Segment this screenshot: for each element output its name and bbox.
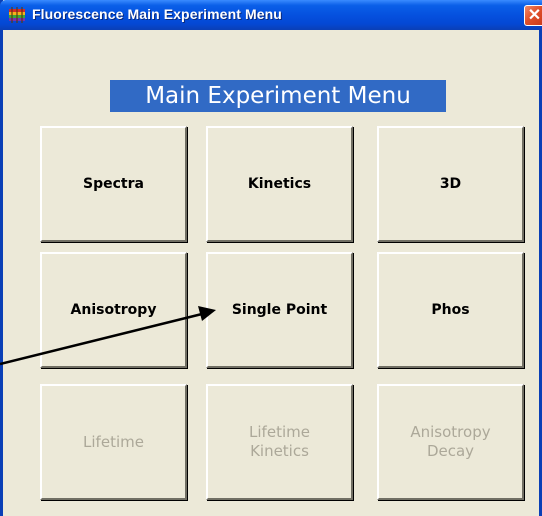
single-point-button[interactable]: Single Point (206, 252, 353, 368)
menu-heading: Main Experiment Menu (110, 80, 446, 112)
lifetime-kinetics-label: Lifetime Kinetics (249, 423, 310, 460)
anisotropy-decay-button: Anisotropy Decay (377, 384, 524, 500)
spectra-label: Spectra (83, 175, 144, 192)
close-icon: ✕ (527, 7, 542, 24)
single-point-label: Single Point (231, 301, 328, 318)
client-area: Main Experiment Menu Spectra Kinetics 3D… (3, 30, 539, 516)
phos-label: Phos (431, 301, 470, 318)
anisotropy-button[interactable]: Anisotropy (40, 252, 187, 368)
3d-label: 3D (439, 175, 462, 192)
lifetime-kinetics-button: Lifetime Kinetics (206, 384, 353, 500)
spectrum-bars-icon (9, 7, 25, 23)
anisotropy-label: Anisotropy (70, 301, 157, 318)
close-button[interactable]: ✕ (524, 5, 542, 26)
window-title: Fluorescence Main Experiment Menu (32, 6, 282, 22)
phos-button[interactable]: Phos (377, 252, 524, 368)
lifetime-button: Lifetime (40, 384, 187, 500)
title-bar[interactable]: Fluorescence Main Experiment Menu ✕ (0, 0, 542, 30)
3d-button[interactable]: 3D (377, 126, 524, 242)
app-window: Fluorescence Main Experiment Menu ✕ Main… (0, 0, 542, 516)
anisotropy-decay-label: Anisotropy Decay (410, 423, 491, 460)
kinetics-button[interactable]: Kinetics (206, 126, 353, 242)
kinetics-label: Kinetics (247, 175, 312, 192)
lifetime-label: Lifetime (83, 432, 144, 451)
spectra-button[interactable]: Spectra (40, 126, 187, 242)
